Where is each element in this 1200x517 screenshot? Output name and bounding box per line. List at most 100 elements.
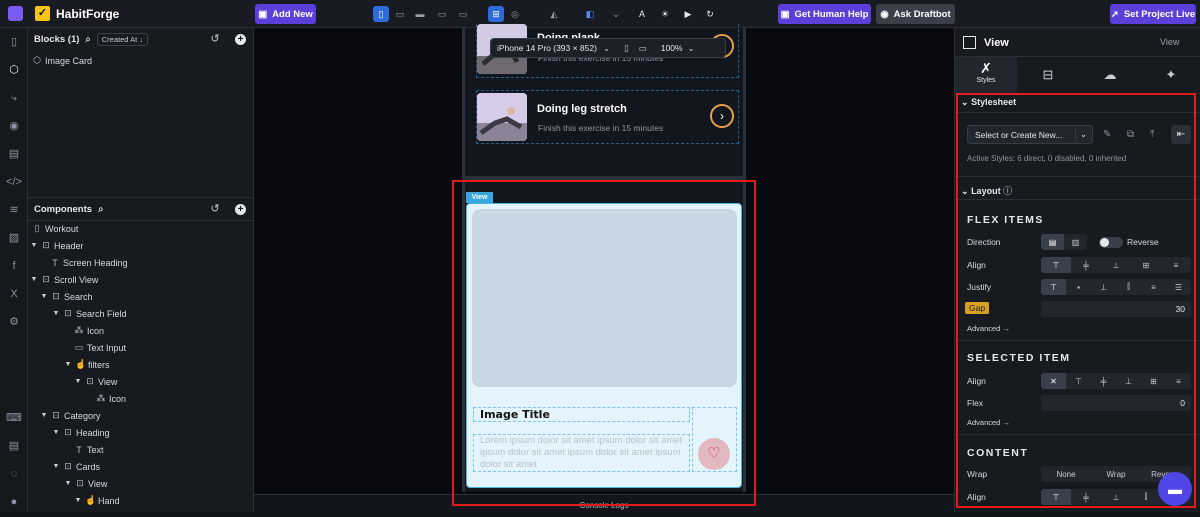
chevron-down-icon[interactable]: ⌄ (603, 43, 610, 54)
tab-settings[interactable]: ⊟ (1017, 57, 1079, 93)
app-name: HabitForge (56, 7, 120, 21)
tree-item[interactable]: ▼ ⊡ View (28, 373, 254, 390)
tree-item[interactable]: T Screen Heading (28, 254, 254, 271)
desktop-device-button[interactable]: ▭ (434, 6, 450, 22)
play-icon[interactable]: ▶ (680, 6, 696, 22)
view-icon: ⊡ (86, 376, 94, 386)
view-link[interactable]: View (1160, 37, 1179, 47)
tree-item[interactable]: ▼ ⊡ Heading (28, 424, 254, 441)
tree-item[interactable]: ▼ ⊡ Header (28, 237, 254, 254)
text-icon: T (76, 444, 82, 455)
tree-item[interactable]: ⁂ Icon (28, 322, 254, 339)
plus-icon: ▣ (258, 8, 268, 20)
caret-down-icon[interactable]: ▼ (52, 310, 60, 317)
chevron-right-icon[interactable]: › (710, 104, 734, 128)
tree-item[interactable]: ▼ ⊡ Search (28, 288, 254, 305)
function-icon[interactable]: f (6, 258, 22, 274)
caret-down-icon[interactable]: ▼ (64, 361, 72, 368)
icon-icon: ⁂ (74, 325, 84, 335)
caret-down-icon[interactable]: ▼ (30, 242, 38, 249)
history-icon[interactable]: ↺ (208, 32, 222, 46)
web-icon[interactable]: ◎ (507, 6, 523, 22)
tab-styles[interactable]: ✗ Styles (955, 57, 1017, 93)
caret-down-icon[interactable]: ▼ (74, 497, 82, 504)
caret-down-icon[interactable]: ▼ (52, 463, 60, 470)
flow-icon[interactable]: ⤷ (6, 90, 22, 106)
monitor-device-button[interactable]: ▭ (455, 6, 471, 22)
image-icon[interactable]: ▨ (6, 230, 22, 246)
styles-icon: ✗ (980, 60, 992, 76)
tree-item[interactable]: ▼ ☝ filters (28, 356, 254, 373)
canvas-mode-button[interactable]: ⊞ (488, 6, 504, 22)
tree-item[interactable]: ▯ Workout (28, 220, 254, 237)
caret-down-icon[interactable]: ▼ (30, 276, 38, 283)
add-new-button[interactable]: ▣ Add New (255, 4, 316, 24)
exercise-title: Doing leg stretch (537, 103, 627, 115)
caret-down-icon[interactable]: ▼ (40, 293, 48, 300)
get-human-help-button[interactable]: ▣ Get Human Help (778, 4, 871, 24)
view-icon: ⊡ (42, 274, 50, 284)
refresh-icon[interactable]: ↻ (702, 6, 718, 22)
keyboard-icon[interactable]: ⌨ (6, 410, 22, 426)
chevron-down-icon[interactable]: ⌄ (688, 43, 695, 54)
caret-down-icon[interactable]: ▼ (64, 480, 72, 487)
landscape-icon[interactable]: ▭ (639, 43, 647, 54)
apple-icon[interactable] (526, 6, 542, 22)
tab-data[interactable]: ☁ (1079, 57, 1141, 93)
exercise-row[interactable]: Doing leg stretch Finish this exercise i… (476, 90, 739, 144)
zoom-select[interactable]: 100% (661, 43, 683, 53)
database-icon[interactable]: ≋ (6, 202, 22, 218)
assets-icon[interactable]: ▤ (6, 146, 22, 162)
text-icon: T (52, 257, 58, 268)
left-rail: ▯ ⬡ ⤷ ◉ ▤ </> ≋ ▨ f X ⚙ ⌨ ▤ ◌ ● (0, 28, 28, 512)
account-icon[interactable]: ● (6, 494, 22, 510)
caret-down-icon[interactable]: ▼ (52, 429, 60, 436)
android-icon[interactable]: ◭ (546, 6, 562, 22)
device-toolbar: iPhone 14 Pro (393 × 852) ⌄ ▯ ▭ 100% ⌄ (490, 38, 726, 58)
theme-palette-button[interactable]: ◧ (582, 6, 598, 22)
tree-item[interactable]: ▼ ⊡ Cards (28, 458, 254, 475)
caret-down-icon[interactable]: ▼ (74, 378, 82, 385)
tree-item[interactable]: ▼ ☝ Hand (28, 492, 254, 509)
tree-item[interactable]: ▼ ⊡ Category (28, 407, 254, 424)
settings-icon[interactable]: ⚙ (6, 314, 22, 330)
add-component-icon[interactable]: + (235, 204, 246, 215)
exercise-subtitle: Finish this exercise in 15 minutes (538, 123, 664, 133)
tree-item[interactable]: T Text (28, 441, 254, 458)
docs-icon[interactable]: ▤ (6, 438, 22, 454)
cube-icon[interactable]: ⬡ (6, 62, 22, 78)
add-block-icon[interactable]: + (235, 34, 246, 45)
sort-chip[interactable]: Created At ↓ (96, 32, 149, 46)
chevron-down-icon[interactable]: ⌄ (608, 6, 624, 22)
tree-item[interactable]: ▼ ⊡ Search Field (28, 305, 254, 322)
laptop-device-button[interactable]: ▬ (412, 6, 428, 22)
highlight-box (956, 93, 1196, 508)
exercise-photo (477, 93, 527, 141)
set-project-live-button[interactable]: ➚ Set Project Live (1110, 4, 1196, 24)
chat-bubble-icon[interactable]: ◌ (6, 466, 22, 482)
code-icon[interactable]: </> (6, 174, 22, 190)
ask-draftbot-button[interactable]: ◉ Ask Draftbot (876, 4, 955, 24)
tree-item[interactable]: ▭ Text Input (28, 339, 254, 356)
sun-icon[interactable]: ☀ (657, 6, 673, 22)
page-icon[interactable]: ▯ (6, 34, 22, 50)
portrait-icon[interactable]: ▯ (624, 43, 629, 54)
input-icon: ▭ (74, 342, 84, 352)
block-item[interactable]: ⬡ Image Card (32, 52, 258, 69)
tab-interactions[interactable]: ✦ (1141, 57, 1200, 93)
caret-down-icon[interactable]: ▼ (40, 412, 48, 419)
tree-item[interactable]: ⁂ Icon (28, 390, 254, 407)
typography-icon[interactable]: A (634, 6, 650, 22)
mobile-device-button[interactable]: ▯ (373, 6, 389, 22)
eye-icon[interactable]: ◉ (6, 118, 22, 134)
variable-icon[interactable]: X (6, 286, 22, 302)
history-icon[interactable]: ↺ (208, 202, 222, 216)
search-icon[interactable]: ⌕ (98, 204, 103, 215)
blocks-title: Blocks (1) (34, 33, 80, 45)
search-icon[interactable]: ⌕ (85, 34, 90, 45)
tree-item[interactable]: ▼ ⊡ View (28, 475, 254, 492)
tablet-device-button[interactable]: ▭ (392, 6, 408, 22)
device-select[interactable]: iPhone 14 Pro (393 × 852) (497, 43, 597, 53)
logo-icon (8, 6, 23, 21)
tree-item[interactable]: ▼ ⊡ Scroll View (28, 271, 254, 288)
